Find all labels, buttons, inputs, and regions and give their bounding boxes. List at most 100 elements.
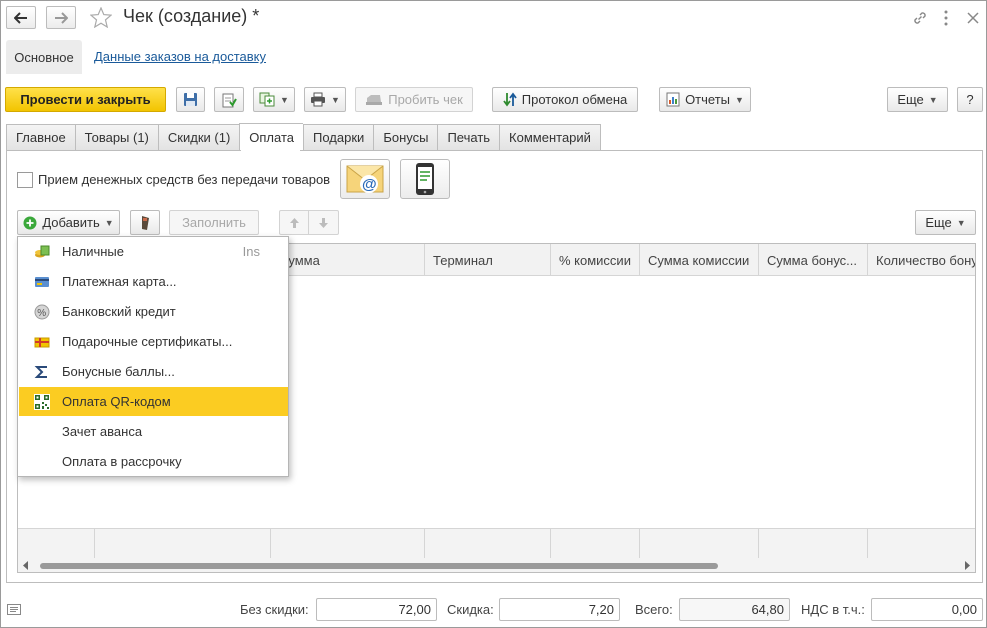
more-label: Еще [897, 92, 924, 107]
floppy-disk-icon [183, 92, 198, 107]
move-down-icon[interactable] [309, 211, 338, 234]
cash-register-icon [365, 93, 383, 106]
tab-payment[interactable]: Оплата [239, 123, 304, 151]
footer-divider [550, 529, 551, 559]
post-document-icon [221, 92, 237, 108]
create-based-icon [259, 92, 275, 107]
favorite-star-icon[interactable] [90, 7, 112, 28]
menu-item-label: Наличные [62, 244, 124, 259]
footer-divider [424, 529, 425, 559]
tab-print[interactable]: Печать [437, 124, 500, 151]
footer-divider [270, 529, 271, 559]
send-email-button[interactable]: @ [340, 159, 390, 199]
menu-item-label: Банковский кредит [62, 304, 176, 319]
total-field[interactable]: 64,80 [679, 598, 790, 621]
create-based-on-button[interactable]: ▼ [253, 87, 295, 112]
menu-item-label: Зачет аванса [62, 424, 143, 439]
vat-label: НДС в т.ч.: [801, 602, 865, 617]
chevron-down-icon: ▼ [280, 94, 289, 105]
print-check-label: Пробить чек [388, 92, 463, 107]
column-commission-amount[interactable]: Сумма комиссии [639, 244, 758, 276]
print-check-button[interactable]: Пробить чек [355, 87, 473, 112]
tab-main[interactable]: Главное [6, 124, 75, 151]
vat-field[interactable]: 0,00 [871, 598, 983, 621]
menu-item-shortcut: Ins [242, 244, 260, 259]
chevron-down-icon: ▼ [928, 94, 938, 105]
column-amount[interactable]: Сумма [270, 244, 424, 276]
total-label: Всего: [635, 602, 673, 617]
more-button[interactable]: Еще ▼ [887, 87, 948, 112]
post-and-close-label: Провести и закрыть [20, 92, 151, 107]
link-icon[interactable] [910, 8, 930, 28]
back-button[interactable] [6, 6, 36, 29]
tab-bonuses[interactable]: Бонусы [373, 124, 438, 151]
envelope-at-icon: @ [346, 163, 384, 195]
scroll-left-icon[interactable] [23, 561, 29, 570]
close-icon[interactable] [963, 8, 983, 28]
tab-goods[interactable]: Товары (1) [74, 124, 158, 151]
arrow-left-icon [14, 11, 28, 24]
gift-certificate-icon [34, 334, 50, 350]
no-goods-checkbox[interactable] [17, 172, 33, 188]
footer-divider [758, 529, 759, 559]
exchange-log-label: Протокол обмена [521, 92, 628, 107]
panel-tab-main[interactable]: Основное [6, 40, 82, 74]
chevron-down-icon: ▼ [331, 94, 340, 105]
add-button[interactable]: Добавить ▼ [17, 210, 120, 235]
plus-circle-icon [23, 216, 37, 230]
menu-item-qr-payment[interactable]: Оплата QR-кодом [19, 387, 288, 416]
payment-card-icon [34, 274, 50, 290]
column-terminal[interactable]: Терминал [424, 244, 550, 276]
delivery-orders-link[interactable]: Данные заказов на доставку [94, 49, 266, 64]
menu-item-installment[interactable]: Оплата в рассрочку [19, 447, 288, 476]
scrollbar-thumb[interactable] [40, 563, 718, 569]
column-bonus-amount[interactable]: Сумма бонус... [758, 244, 867, 276]
add-label: Добавить [42, 215, 100, 230]
horizontal-scrollbar[interactable] [18, 558, 975, 572]
menu-item-label: Оплата QR-кодом [62, 394, 171, 409]
menu-item-label: Подарочные сертификаты... [62, 334, 233, 349]
tab-discounts[interactable]: Скидки (1) [157, 124, 240, 151]
post-button[interactable] [214, 87, 244, 112]
tab-bar: Главное Товары (1) Скидки (1) Оплата Под… [6, 123, 601, 151]
messages-icon[interactable] [7, 604, 21, 615]
scroll-right-icon[interactable] [964, 561, 970, 570]
reports-button[interactable]: Отчеты ▼ [659, 87, 751, 112]
menu-item-gift-certificates[interactable]: Подарочные сертификаты... [19, 327, 288, 356]
sigma-icon [34, 364, 50, 380]
post-and-close-button[interactable]: Провести и закрыть [5, 87, 166, 112]
move-buttons [279, 210, 339, 235]
save-button[interactable] [176, 87, 205, 112]
tab-gifts[interactable]: Подарки [303, 124, 374, 151]
table-more-button[interactable]: Еще ▼ [915, 210, 976, 235]
mobile-phone-icon [415, 162, 435, 196]
move-up-icon[interactable] [280, 211, 309, 234]
kebab-menu-icon[interactable] [936, 8, 956, 28]
menu-item-payment-card[interactable]: Платежная карта... [19, 267, 288, 296]
chevron-down-icon: ▼ [735, 94, 744, 105]
window-title: Чек (создание) * [123, 6, 260, 26]
add-payment-menu: Наличные Ins Платежная карта... % Банков… [17, 236, 289, 477]
column-bonus-count[interactable]: Количество бонусов [867, 244, 975, 276]
no-discount-field[interactable]: 72,00 [316, 598, 437, 621]
table-more-label: Еще [925, 215, 952, 230]
reports-label: Отчеты [685, 92, 730, 107]
print-button[interactable]: ▼ [304, 87, 346, 112]
discount-field[interactable]: 7,20 [499, 598, 620, 621]
menu-item-advance-offset[interactable]: Зачет аванса [19, 417, 288, 446]
svg-text:@: @ [362, 176, 377, 193]
arrow-right-icon [54, 11, 68, 24]
table-footer [18, 528, 975, 559]
forward-button[interactable] [46, 6, 76, 29]
menu-item-cash[interactable]: Наличные Ins [19, 237, 288, 266]
menu-item-bank-credit[interactable]: % Банковский кредит [19, 297, 288, 326]
send-sms-button[interactable] [400, 159, 450, 199]
menu-item-bonus-points[interactable]: Бонусные баллы... [19, 357, 288, 386]
help-button[interactable]: ? [957, 87, 983, 112]
barcode-scanner-button[interactable] [130, 210, 160, 235]
column-commission-percent[interactable]: % комиссии [550, 244, 639, 276]
cash-icon [34, 244, 50, 260]
tab-comment[interactable]: Комментарий [499, 124, 601, 151]
exchange-log-button[interactable]: Протокол обмена [492, 87, 638, 112]
fill-button[interactable]: Заполнить [169, 210, 259, 235]
